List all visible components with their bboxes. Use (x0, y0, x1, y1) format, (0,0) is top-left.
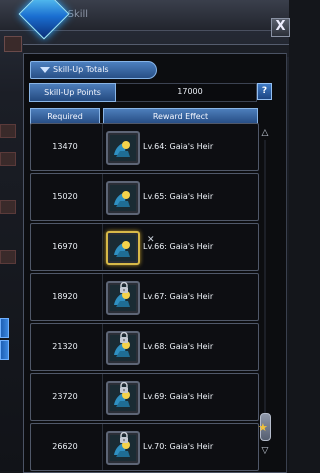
skill-up-points-value: 17000 (177, 87, 203, 96)
triangle-down-icon (40, 67, 50, 73)
reward-effect-name: Lv.70: Gaia's Heir (143, 442, 214, 451)
required-points: 23720 (52, 392, 78, 401)
required-points: 13470 (52, 142, 78, 151)
star-icon[interactable]: ★ (258, 421, 268, 434)
lock-icon (116, 280, 128, 293)
lock-icon (116, 330, 128, 343)
row-divider (102, 324, 103, 370)
row-divider (102, 174, 103, 220)
gaia-heir-skill-icon[interactable] (106, 381, 140, 415)
gaia-heir-skill-icon[interactable] (106, 231, 140, 265)
gaia-heir-skill-icon[interactable] (106, 181, 140, 215)
reward-effect-name: Lv.68: Gaia's Heir (143, 342, 214, 351)
row-divider (102, 374, 103, 420)
scroll-up-button[interactable]: △ (259, 128, 271, 138)
skill-up-points-label: Skill-Up Points (29, 83, 116, 102)
scrollbar-track[interactable] (264, 140, 266, 440)
panel-title-tab: Skill-Up Totals (30, 61, 157, 79)
reward-effect-name: Lv.64: Gaia's Heir (143, 142, 214, 151)
required-points: 21320 (52, 342, 78, 351)
reward-effect-name: Lv.66: Gaia's Heir (143, 242, 214, 251)
background-side-tab[interactable] (0, 250, 16, 264)
reward-effect-name: Lv.67: Gaia's Heir (143, 292, 214, 301)
row-divider (102, 424, 103, 470)
row-divider (102, 224, 103, 270)
required-points: 26620 (52, 442, 78, 451)
row-divider (102, 124, 103, 170)
background-blue-tab[interactable] (0, 318, 9, 338)
reward-row[interactable]: 13470 Lv.64: Gaia's Heir (30, 123, 259, 171)
gaia-heir-skill-icon[interactable] (106, 131, 140, 165)
reward-effect-name: Lv.69: Gaia's Heir (143, 392, 214, 401)
background-side-button[interactable] (4, 36, 22, 52)
reward-row[interactable]: 26620 Lv.70: Gaia's Heir (30, 423, 259, 471)
panel-title: Skill-Up Totals (53, 65, 109, 74)
close-button[interactable]: X (271, 18, 290, 37)
reward-effect-name: Lv.65: Gaia's Heir (143, 192, 214, 201)
required-points: 16970 (52, 242, 78, 251)
background-side-tab[interactable] (0, 200, 16, 214)
background-side-tab[interactable] (0, 152, 16, 166)
required-points: 15020 (52, 192, 78, 201)
background-side-tab[interactable] (0, 124, 16, 138)
scroll-down-button[interactable]: ▽ (259, 446, 271, 456)
lock-icon (116, 380, 128, 393)
reward-row[interactable]: 16970 ✕ Lv.66: Gaia's Heir (30, 223, 259, 271)
lock-icon (116, 430, 128, 443)
gaia-heir-skill-icon[interactable] (106, 431, 140, 465)
reward-row[interactable]: 18920 Lv.67: Gaia's Heir (30, 273, 259, 321)
reward-row[interactable]: 23720 Lv.69: Gaia's Heir (30, 373, 259, 421)
help-button[interactable]: ? (257, 83, 272, 100)
gaia-heir-skill-icon[interactable] (106, 281, 140, 315)
reward-row[interactable]: 15020 Lv.65: Gaia's Heir (30, 173, 259, 221)
reward-row[interactable]: 21320 Lv.68: Gaia's Heir (30, 323, 259, 371)
required-points: 18920 (52, 292, 78, 301)
gaia-heir-skill-icon[interactable] (106, 331, 140, 365)
background-blue-tab[interactable] (0, 340, 9, 360)
row-divider (102, 274, 103, 320)
